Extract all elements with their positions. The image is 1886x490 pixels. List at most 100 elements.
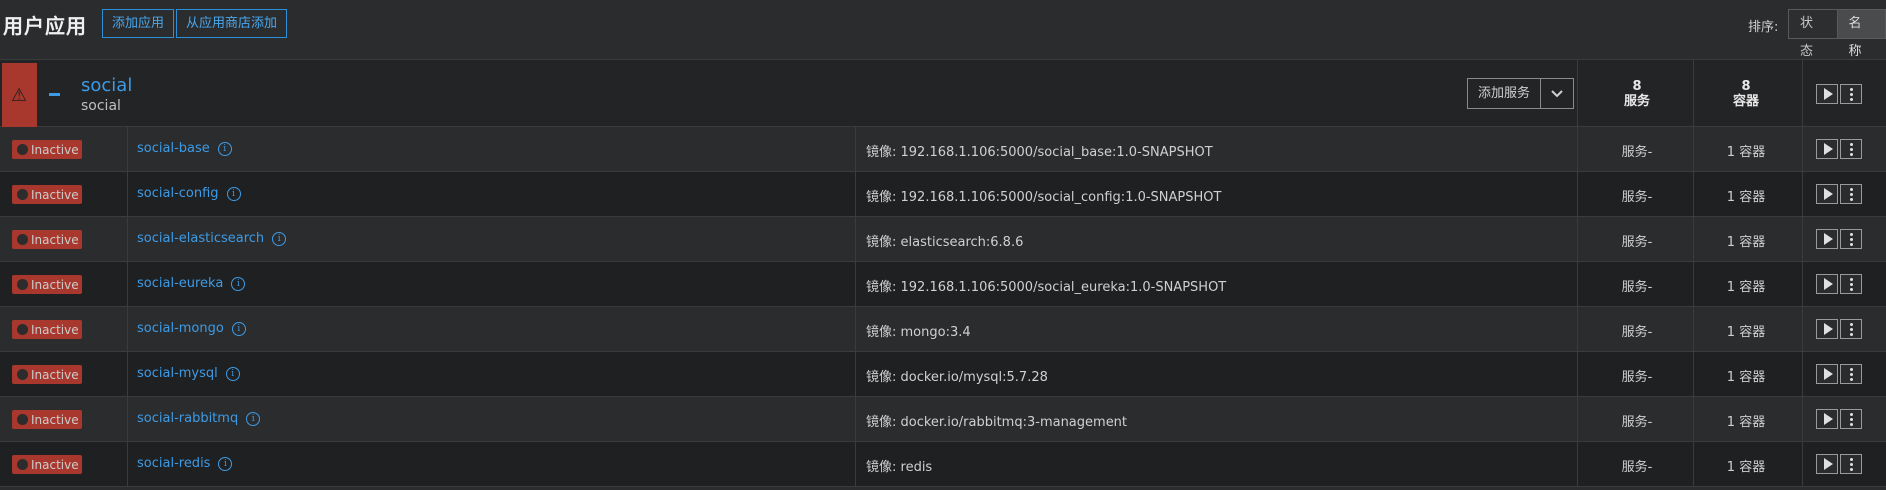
- service-more-button[interactable]: [1840, 274, 1862, 294]
- sort-by-name-button[interactable]: 名称: [1836, 10, 1885, 59]
- service-start-button[interactable]: [1816, 454, 1838, 474]
- kebab-menu-icon: [1849, 142, 1853, 156]
- container-count: 1 容器: [1726, 370, 1766, 385]
- service-name-link[interactable]: social-eureka i: [137, 276, 246, 291]
- header-divider: [1693, 60, 1694, 128]
- container-count: 1 容器: [1726, 325, 1766, 340]
- containers-count: 8: [1741, 79, 1751, 94]
- service-name[interactable]: social-rabbitmq: [137, 411, 238, 426]
- column-divider: [127, 352, 128, 396]
- add-service-caret-button[interactable]: [1540, 79, 1573, 108]
- status-dot-icon: [17, 279, 28, 290]
- play-icon: [1823, 458, 1833, 470]
- service-start-button[interactable]: [1816, 184, 1838, 204]
- column-divider: [1802, 127, 1803, 171]
- column-divider: [1577, 262, 1578, 306]
- sort-label: 排序:: [1748, 20, 1779, 35]
- service-endpoint-text: 服务-: [1621, 460, 1653, 475]
- kebab-menu-icon: [1849, 187, 1853, 201]
- service-actions: [1816, 274, 1862, 294]
- info-icon[interactable]: i: [231, 276, 246, 291]
- status-dot-icon: [17, 144, 28, 155]
- service-more-button[interactable]: [1840, 409, 1862, 429]
- column-divider: [855, 397, 856, 441]
- stack-header: ⚠ social social 添加服务 8 服务 8 容器: [0, 59, 1886, 128]
- column-divider: [1693, 127, 1694, 171]
- service-image: 镜像: 192.168.1.106:5000/social_config:1.0…: [866, 190, 1222, 205]
- service-name[interactable]: social-eureka: [137, 276, 223, 291]
- service-start-button[interactable]: [1816, 274, 1838, 294]
- service-name-link[interactable]: social-mongo i: [137, 321, 246, 336]
- stack-start-button[interactable]: [1816, 84, 1838, 104]
- kebab-menu-icon: [1849, 232, 1853, 246]
- service-start-button[interactable]: [1816, 139, 1838, 159]
- info-icon[interactable]: i: [218, 456, 233, 471]
- service-more-button[interactable]: [1840, 229, 1862, 249]
- sort-by-status-button[interactable]: 状态: [1789, 10, 1837, 59]
- status-badge-label: Inactive: [31, 142, 79, 157]
- service-more-button[interactable]: [1840, 319, 1862, 339]
- service-name[interactable]: social-redis: [137, 456, 210, 471]
- status-badge: Inactive: [12, 230, 82, 249]
- service-name-link[interactable]: social-config i: [137, 186, 241, 201]
- info-icon[interactable]: i: [217, 141, 232, 156]
- stack-name-link[interactable]: social: [81, 75, 132, 96]
- service-start-button[interactable]: [1816, 229, 1838, 249]
- play-icon: [1823, 143, 1833, 155]
- status-badge: Inactive: [12, 140, 82, 159]
- column-divider: [127, 307, 128, 351]
- service-more-button[interactable]: [1840, 139, 1862, 159]
- column-divider: [127, 442, 128, 486]
- service-image: 镜像: 192.168.1.106:5000/social_base:1.0-S…: [866, 145, 1213, 160]
- service-more-button[interactable]: [1840, 454, 1862, 474]
- sort-toggle: 状态 名称: [1788, 9, 1886, 59]
- info-icon[interactable]: i: [226, 186, 241, 201]
- service-name-link[interactable]: social-rabbitmq i: [137, 411, 261, 426]
- info-icon[interactable]: i: [246, 411, 261, 426]
- add-service-button[interactable]: 添加服务: [1468, 79, 1540, 108]
- status-dot-icon: [17, 189, 28, 200]
- column-divider: [1802, 217, 1803, 261]
- service-name-link[interactable]: social-base i: [137, 141, 232, 156]
- service-actions: [1816, 319, 1862, 339]
- service-name[interactable]: social-config: [137, 186, 219, 201]
- collapse-icon[interactable]: [49, 93, 60, 96]
- service-name[interactable]: social-elasticsearch: [137, 231, 264, 246]
- kebab-menu-icon: [1849, 277, 1853, 291]
- service-name-link[interactable]: social-elasticsearch i: [137, 231, 287, 246]
- kebab-menu-icon: [1849, 367, 1853, 381]
- status-badge: Inactive: [12, 365, 82, 384]
- service-start-button[interactable]: [1816, 319, 1838, 339]
- add-from-store-button[interactable]: 从应用商店添加: [176, 9, 288, 38]
- header-divider: [1577, 60, 1578, 128]
- service-actions: [1816, 409, 1862, 429]
- container-count: 1 容器: [1726, 190, 1766, 205]
- service-image: 镜像: redis: [866, 460, 933, 475]
- add-app-button[interactable]: 添加应用: [102, 9, 175, 38]
- service-start-button[interactable]: [1816, 409, 1838, 429]
- status-badge: Inactive: [12, 275, 82, 294]
- stack-more-button[interactable]: [1840, 84, 1862, 104]
- service-start-button[interactable]: [1816, 364, 1838, 384]
- stack-description: social: [81, 98, 121, 114]
- status-badge-label: Inactive: [31, 277, 79, 292]
- info-icon[interactable]: i: [231, 321, 246, 336]
- status-badge-label: Inactive: [31, 322, 79, 337]
- service-name[interactable]: social-mysql: [137, 366, 218, 381]
- column-divider: [1802, 397, 1803, 441]
- service-image: 镜像: 192.168.1.106:5000/social_eureka:1.0…: [866, 280, 1227, 295]
- service-actions: [1816, 454, 1862, 474]
- column-divider: [855, 127, 856, 171]
- service-name[interactable]: social-base: [137, 141, 210, 156]
- service-more-button[interactable]: [1840, 364, 1862, 384]
- info-icon[interactable]: i: [272, 231, 287, 246]
- service-name[interactable]: social-mongo: [137, 321, 224, 336]
- column-divider: [1693, 442, 1694, 486]
- play-icon: [1823, 323, 1833, 335]
- kebab-menu-icon: [1849, 87, 1853, 101]
- service-more-button[interactable]: [1840, 184, 1862, 204]
- info-icon[interactable]: i: [225, 366, 240, 381]
- service-name-link[interactable]: social-mysql i: [137, 366, 240, 381]
- service-name-link[interactable]: social-redis i: [137, 456, 233, 471]
- status-dot-icon: [17, 324, 28, 335]
